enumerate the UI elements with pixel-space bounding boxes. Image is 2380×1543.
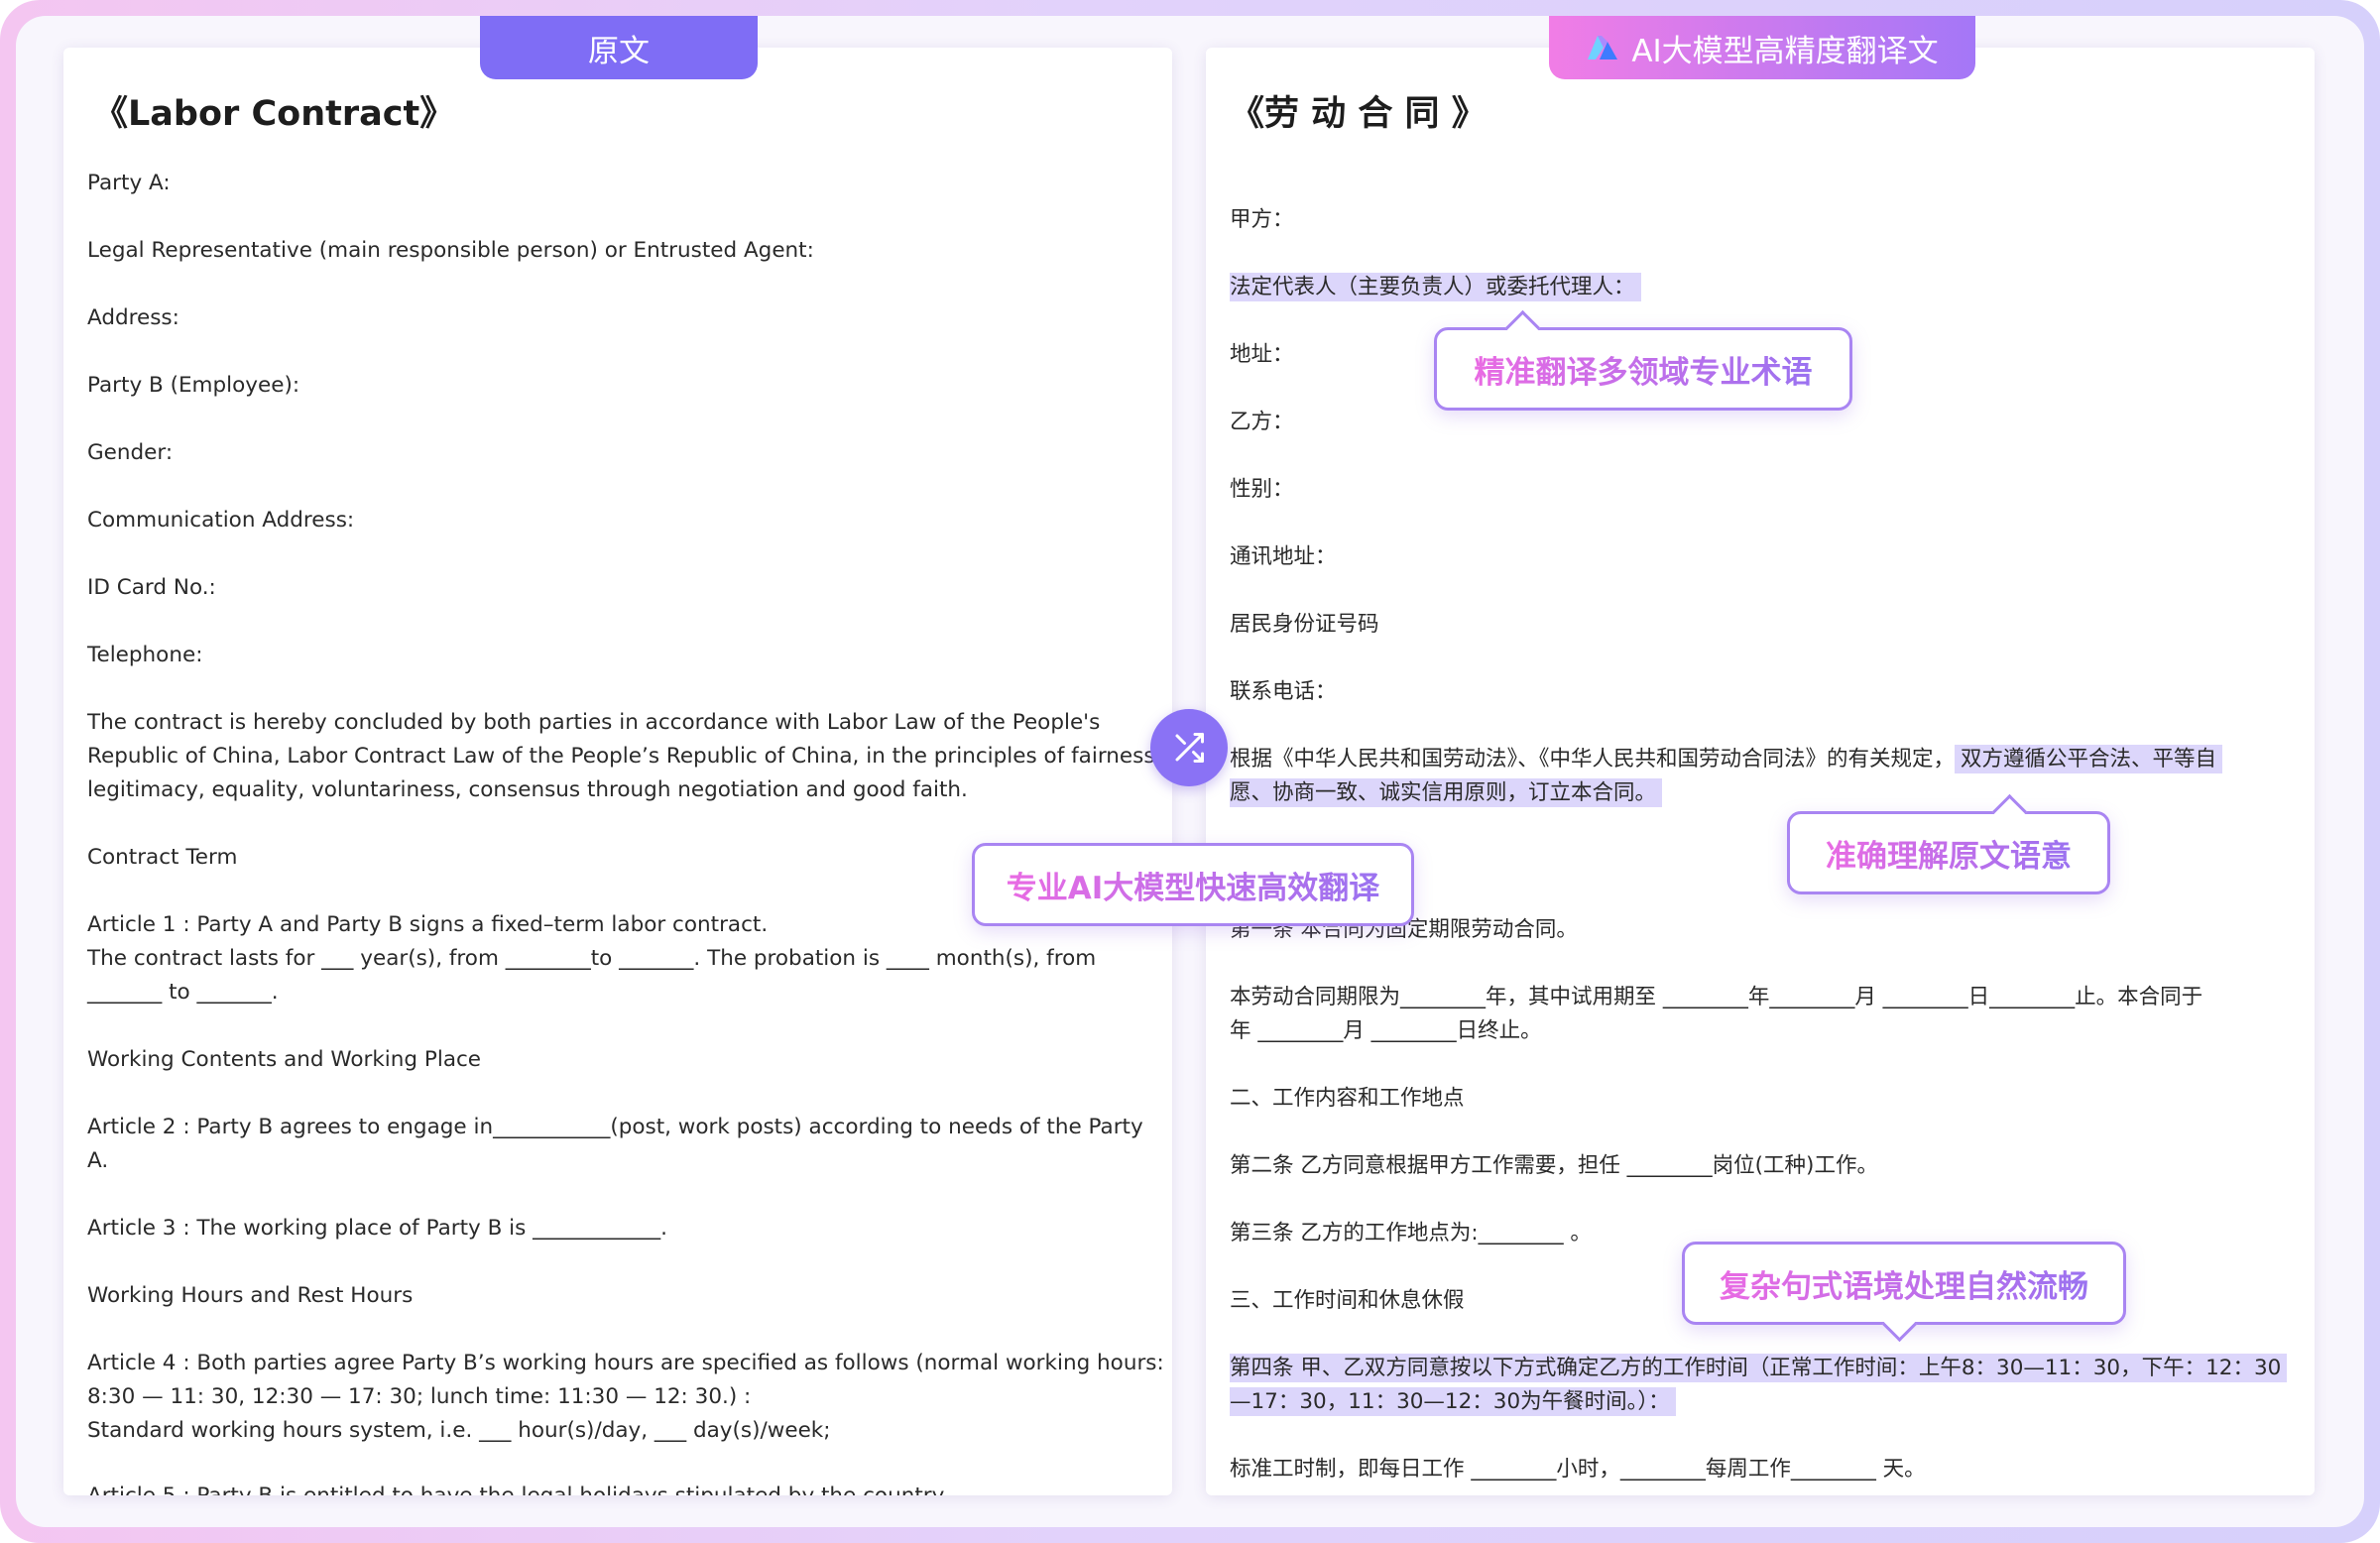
translation-line: 标准工时制，即每日工作 ________小时，________每周工作_____… <box>1230 1457 1926 1482</box>
translation-line: 三、工作时间和休息休假 <box>1230 1288 1465 1313</box>
source-line: Article 3 : The working place of Party B… <box>87 1216 667 1241</box>
callout-complex-text: 复杂句式语境处理自然流畅 <box>1720 1261 2088 1306</box>
source-line: Article 1 : Party A and Party B signs a … <box>87 912 769 937</box>
highlight-span: 愿、协商一致、诚实信用原则，订立本合同。 <box>1230 778 1663 807</box>
callout-meaning: 准确理解原文语意 <box>1787 793 2110 894</box>
callout-terms-text: 精准翻译多领域专业术语 <box>1475 347 1813 392</box>
translation-line: 性别： <box>1230 477 1294 502</box>
translation-line: 第三条 乙方的工作地点为:________ 。 <box>1230 1221 1592 1246</box>
tab-source-label: 原文 <box>588 33 650 69</box>
source-line: Working Hours and Rest Hours <box>87 1283 414 1308</box>
source-line: Working Contents and Working Place <box>87 1047 482 1072</box>
swap-button[interactable] <box>1150 709 1228 786</box>
ai-logo-icon <box>1586 34 1619 61</box>
source-line: The contract is hereby concluded by both… <box>87 710 1101 735</box>
source-line: Contract Term <box>87 845 238 870</box>
translation-line-highlighted: 法定代表人（主要负责人）或委托代理人： <box>1230 270 1641 301</box>
tab-source[interactable]: 原文 <box>480 16 758 79</box>
callout-complex: 复杂句式语境处理自然流畅 <box>1682 1242 2126 1343</box>
source-line: Article 2 : Party B agrees to engage in_… <box>87 1115 1143 1139</box>
source-line: _______ to _______. <box>87 980 279 1005</box>
source-line: Telephone: <box>87 643 203 667</box>
source-line: Party B (Employee): <box>87 373 300 398</box>
tab-translation-label: AI大模型高精度翻译文 <box>1631 33 1939 69</box>
source-line: Article 4 : Both parties agree Party B’s… <box>87 1351 1164 1375</box>
source-line: Republic of China, Labor Contract Law of… <box>87 744 1162 769</box>
highlight-span: 第四条 甲、乙双方同意按以下方式确定乙方的工作时间（正常工作时间：上午8：30—… <box>1230 1354 2288 1382</box>
source-line: legitimacy, equality, voluntariness, con… <box>87 777 968 802</box>
source-line: Legal Representative (main responsible p… <box>87 238 814 263</box>
shuffle-icon <box>1171 730 1207 766</box>
source-line: A. <box>87 1148 109 1173</box>
translation-line: 通讯地址： <box>1230 544 1337 569</box>
callout-meaning-text: 准确理解原文语意 <box>1826 831 2072 876</box>
translation-line: 第二条 乙方同意根据甲方工作需要，担任 ________岗位(工种)工作。 <box>1230 1153 1878 1178</box>
source-line: Address: <box>87 305 179 330</box>
translation-line-mixed: 根据《中华人民共和国劳动法》、《中华人民共和国劳动合同法》的有关规定， 双方遵循公… <box>1230 742 2223 773</box>
translation-line-highlighted: —17：30，11：30—12：30为午餐时间。）： <box>1230 1384 1676 1416</box>
translation-line: 二、工作内容和工作地点 <box>1230 1086 1465 1111</box>
source-line: 8:30 — 11: 30, 12:30 — 17: 30; lunch tim… <box>87 1384 752 1409</box>
callout-fast: 专业AI大模型快速高效翻译 <box>972 843 1414 926</box>
source-line: ID Card No.: <box>87 575 216 600</box>
translation-line: 甲方： <box>1230 207 1294 232</box>
translation-line-highlighted: 愿、协商一致、诚实信用原则，订立本合同。 <box>1230 775 1663 807</box>
highlight-span: 双方遵循公平合法、平等自 <box>1955 745 2223 773</box>
translation-title: 《劳 动 合 同 》 <box>1230 94 1487 134</box>
translation-line: 联系电话： <box>1230 679 1337 704</box>
source-line: Article 5 : Party B is entitled to have … <box>87 1484 948 1495</box>
translation-line: 本劳动合同期限为________年，其中试用期至 ________年______… <box>1230 985 2203 1009</box>
callout-terms: 精准翻译多领域专业术语 <box>1434 309 1852 411</box>
source-title: 《Labor Contract》 <box>93 94 455 134</box>
source-document-panel: 《Labor Contract》 Party A: Legal Represen… <box>63 48 1172 1495</box>
source-line: Party A: <box>87 171 171 195</box>
highlight-span: 法定代表人（主要负责人）或委托代理人： <box>1230 273 1641 301</box>
source-line: The contract lasts for ___ year(s), from… <box>87 946 1097 971</box>
highlight-span: —17：30，11：30—12：30为午餐时间。）： <box>1230 1387 1676 1416</box>
plain-span: 根据《中华人民共和国劳动法》、《中华人民共和国劳动合同法》的有关规定， <box>1230 747 1956 772</box>
translation-line: 居民身份证号码 <box>1230 612 1379 637</box>
translation-line: 乙方： <box>1230 410 1294 434</box>
callout-fast-text: 专业AI大模型快速高效翻译 <box>1007 863 1380 907</box>
source-line: Gender: <box>87 440 174 465</box>
translation-line-highlighted: 第四条 甲、乙双方同意按以下方式确定乙方的工作时间（正常工作时间：上午8：30—… <box>1230 1351 2288 1382</box>
source-line: Communication Address: <box>87 508 355 533</box>
translation-line: 年 ________月 ________日终止。 <box>1230 1018 1542 1043</box>
tab-translation[interactable]: AI大模型高精度翻译文 <box>1549 16 1975 79</box>
source-line: Standard working hours system, i.e. ___ … <box>87 1418 831 1443</box>
translation-line: 地址： <box>1230 342 1294 367</box>
